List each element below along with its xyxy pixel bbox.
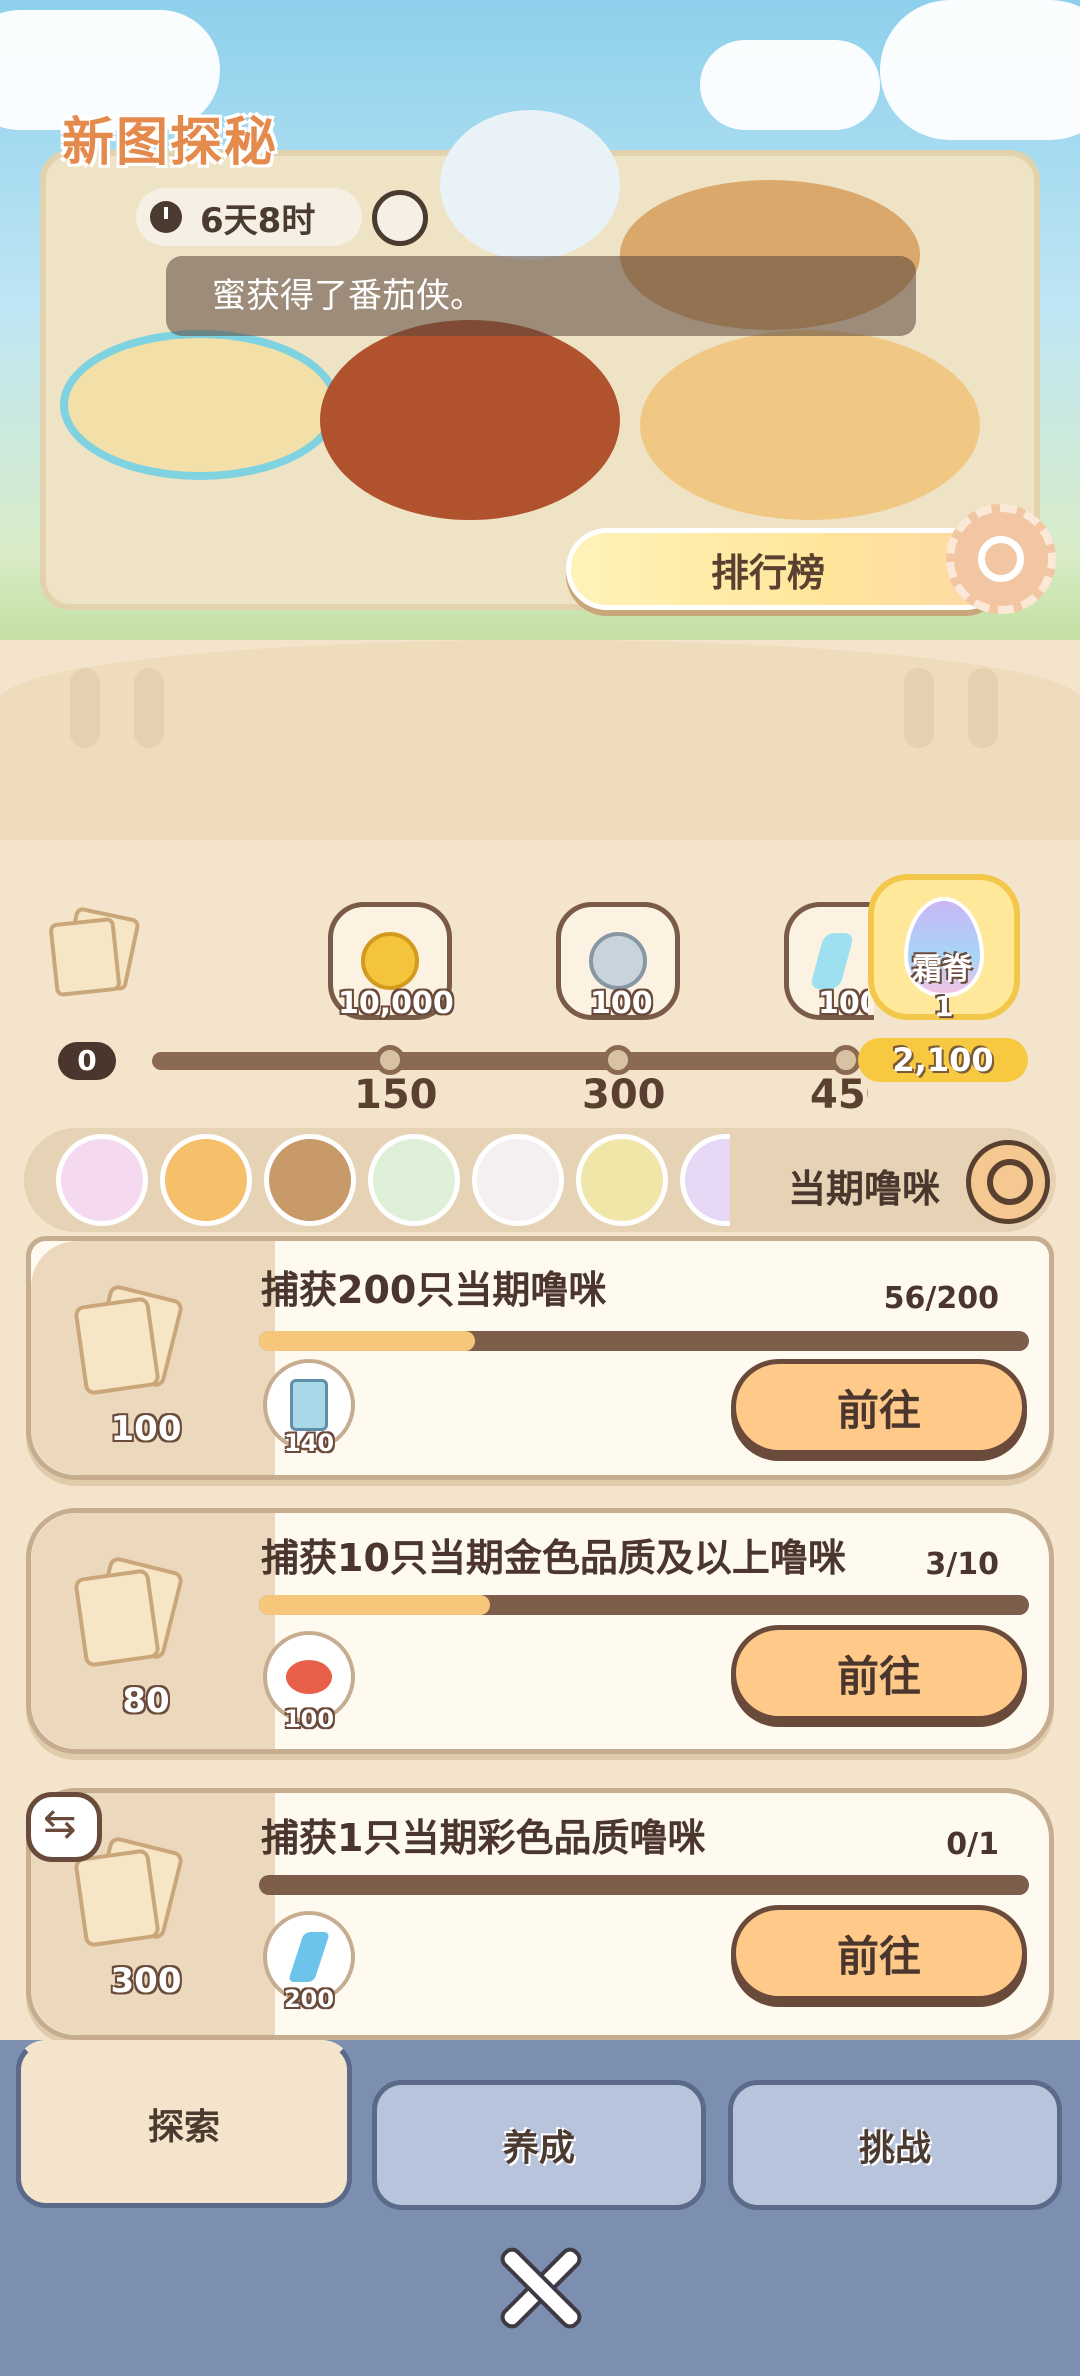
leaderboard-magnifier-icon[interactable] [946, 504, 1056, 614]
task-go-button[interactable]: 前往 [731, 1625, 1027, 1721]
task-progress-bar [259, 1595, 1029, 1615]
milestone-start: 0 [58, 1042, 116, 1080]
task-progress: 56/200 [883, 1281, 999, 1316]
tab-challenge[interactable]: 挑战 [728, 2080, 1062, 2210]
milestone-dot [831, 1045, 861, 1075]
task-points: 80 [122, 1681, 170, 1721]
sheep-pet-icon[interactable] [368, 1134, 460, 1226]
task-card-2: 80 捕获10只当期金色品质及以上噜咪 3/10 100 前往 [26, 1508, 1054, 1754]
milestone-reward-2-amount: 100 [590, 986, 653, 1021]
info-icon[interactable] [372, 190, 428, 246]
event-timer: 6天8时 [136, 188, 362, 246]
gold-coin-icon [361, 932, 419, 990]
task-title: 捕获1只当期彩色品质噜咪 [261, 1816, 706, 1860]
news-ticker: 蜜获得了番茄侠。 [166, 256, 916, 336]
fence-post [904, 668, 934, 748]
fence-post [70, 668, 100, 748]
go-button-label: 前往 [836, 1931, 921, 1981]
final-threshold: 2,100 [858, 1038, 1028, 1082]
cat-pet-icon[interactable] [576, 1134, 668, 1226]
points-chest-icon [73, 1283, 185, 1401]
cloud [880, 0, 1080, 140]
silver-coin-icon [589, 932, 647, 990]
final-reward-name: 霜脊 [912, 952, 972, 987]
task-go-button[interactable]: 前往 [731, 1359, 1027, 1455]
task-progress-fill [259, 1331, 475, 1351]
event-title: 新图探秘 [62, 113, 279, 173]
leaderboard-label: 排行榜 [711, 550, 826, 595]
go-button-label: 前往 [836, 1651, 921, 1701]
points-chest-icon [48, 905, 141, 998]
fence-post [968, 668, 998, 748]
milestone-dot [375, 1045, 405, 1075]
clock-icon [150, 201, 182, 233]
owl-pet-icon[interactable] [264, 1134, 356, 1226]
tab-nurture[interactable]: 养成 [372, 2080, 706, 2210]
milestone-threshold-3: 450 [810, 1072, 868, 1118]
milestone-reward-1-amount: 10,000 [338, 986, 454, 1021]
task-progress-bar [259, 1331, 1029, 1351]
pet-search-icon[interactable] [966, 1140, 1050, 1224]
task-progress-bar [259, 1875, 1029, 1895]
points-chest-icon [73, 1835, 185, 1953]
milestone-threshold-2: 300 [582, 1072, 666, 1118]
task-go-button[interactable]: 前往 [731, 1905, 1027, 2001]
refresh-task-icon[interactable] [26, 1792, 102, 1862]
task-card-1: 100 捕获200只当期噜咪 56/200 140 前往 [26, 1236, 1054, 1480]
tab-challenge-label: 挑战 [858, 2128, 931, 2169]
task-title: 捕获200只当期噜咪 [261, 1268, 607, 1312]
points-chest-icon [73, 1555, 185, 1673]
fence-post [134, 668, 164, 748]
task-progress-fill [259, 1595, 490, 1615]
milestone-track [152, 1052, 852, 1070]
cloud [700, 40, 880, 130]
task-points: 300 [110, 1961, 182, 2001]
beach-island [60, 330, 340, 480]
task-progress: 0/1 [946, 1827, 999, 1862]
deer-pet-icon[interactable] [56, 1134, 148, 1226]
leaderboard-button[interactable]: 排行榜 [566, 528, 1006, 610]
milestone-threshold-1: 150 [354, 1072, 438, 1118]
final-reward-quantity: 1 [934, 990, 954, 1023]
go-button-label: 前往 [836, 1385, 921, 1435]
task-points: 100 [110, 1409, 182, 1449]
task-reward-amount: 140 [283, 1429, 335, 1457]
milestone-dot [603, 1045, 633, 1075]
task-progress: 3/10 [925, 1547, 999, 1582]
timer-text: 6天8时 [200, 200, 316, 241]
task-title: 捕获10只当期金色品质及以上噜咪 [261, 1536, 846, 1580]
energy-crystal-icon [808, 933, 855, 989]
volcano-island [320, 320, 620, 520]
tab-explore[interactable]: 探索 [16, 2040, 352, 2208]
task-reward-amount: 200 [283, 1985, 335, 2013]
task-card-3: 300 捕获1只当期彩色品质噜咪 0/1 200 前往 [26, 1788, 1054, 2040]
hamster-pet-icon[interactable] [160, 1134, 252, 1226]
tab-explore-label: 探索 [147, 2107, 220, 2148]
canyon-island [640, 330, 980, 520]
tab-nurture-label: 养成 [502, 2128, 575, 2169]
snow-island [440, 110, 620, 260]
milestone-reward-3-amount: 100 [818, 986, 868, 1021]
close-icon[interactable] [494, 2242, 586, 2334]
current-pets-label: 当期噜咪 [788, 1167, 941, 1211]
task-reward-amount: 100 [283, 1705, 335, 1733]
mouse-pet-icon[interactable] [472, 1134, 564, 1226]
